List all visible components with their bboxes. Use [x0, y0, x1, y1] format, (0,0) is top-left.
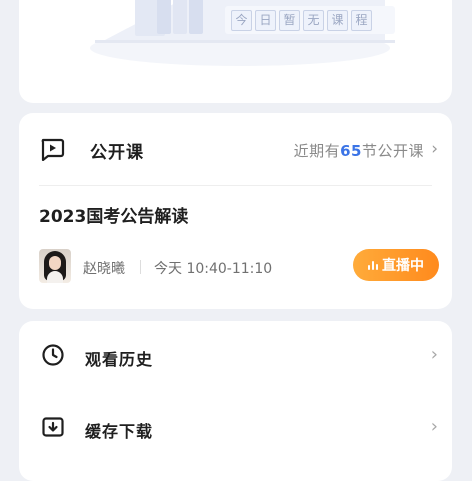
- separator: [140, 260, 141, 274]
- more-prefix: 近期有: [293, 142, 341, 160]
- menu-item-label: 缓存下载: [85, 422, 154, 441]
- open-class-card: 公开课 近期有65节公开课 › 2023国考公告解读 赵晓曦 今天 10:40-…: [19, 113, 452, 309]
- open-class-more[interactable]: 近期有65节公开课: [294, 140, 424, 161]
- live-bars-icon: [368, 260, 378, 270]
- chevron-right-icon: ›: [430, 344, 438, 365]
- clock-icon: [42, 344, 64, 366]
- live-label: 直播中: [382, 258, 424, 274]
- live-button[interactable]: 直播中: [353, 249, 439, 281]
- menu-item-label: 观看历史: [85, 350, 154, 369]
- chevron-right-icon: ›: [430, 416, 438, 437]
- open-class-title: 公开课: [90, 143, 144, 163]
- teacher-name: 赵晓曦: [83, 261, 125, 277]
- empty-char: 暂: [279, 10, 300, 31]
- teacher-avatar: [39, 249, 71, 283]
- course-time: 今天 10:40-11:10: [154, 261, 273, 277]
- empty-char: 无: [303, 10, 324, 31]
- more-suffix: 节公开课: [361, 142, 424, 160]
- divider: [39, 185, 432, 186]
- empty-schedule-text: 今 日 暂 无 课 程: [231, 10, 372, 31]
- empty-char: 程: [351, 10, 372, 31]
- open-class-header[interactable]: 公开课 近期有65节公开课 ›: [19, 113, 452, 185]
- video-play-icon: [41, 138, 65, 161]
- empty-char: 日: [255, 10, 276, 31]
- course-meta: 赵晓曦 今天 10:40-11:10 直播中: [39, 249, 439, 285]
- course-title[interactable]: 2023国考公告解读: [39, 202, 188, 227]
- download-icon: [42, 417, 64, 437]
- empty-char: 课: [327, 10, 348, 31]
- schedule-card: 今 日 暂 无 课 程: [19, 0, 452, 103]
- menu-item-watch-history[interactable]: 观看历史 ›: [19, 321, 452, 391]
- menu-card: 观看历史 › 缓存下载 ›: [19, 321, 452, 481]
- empty-char: 今: [231, 10, 252, 31]
- menu-item-cache-download[interactable]: 缓存下载 ›: [19, 393, 452, 463]
- chevron-right-icon: ›: [431, 139, 438, 159]
- open-class-count: 65: [340, 142, 362, 160]
